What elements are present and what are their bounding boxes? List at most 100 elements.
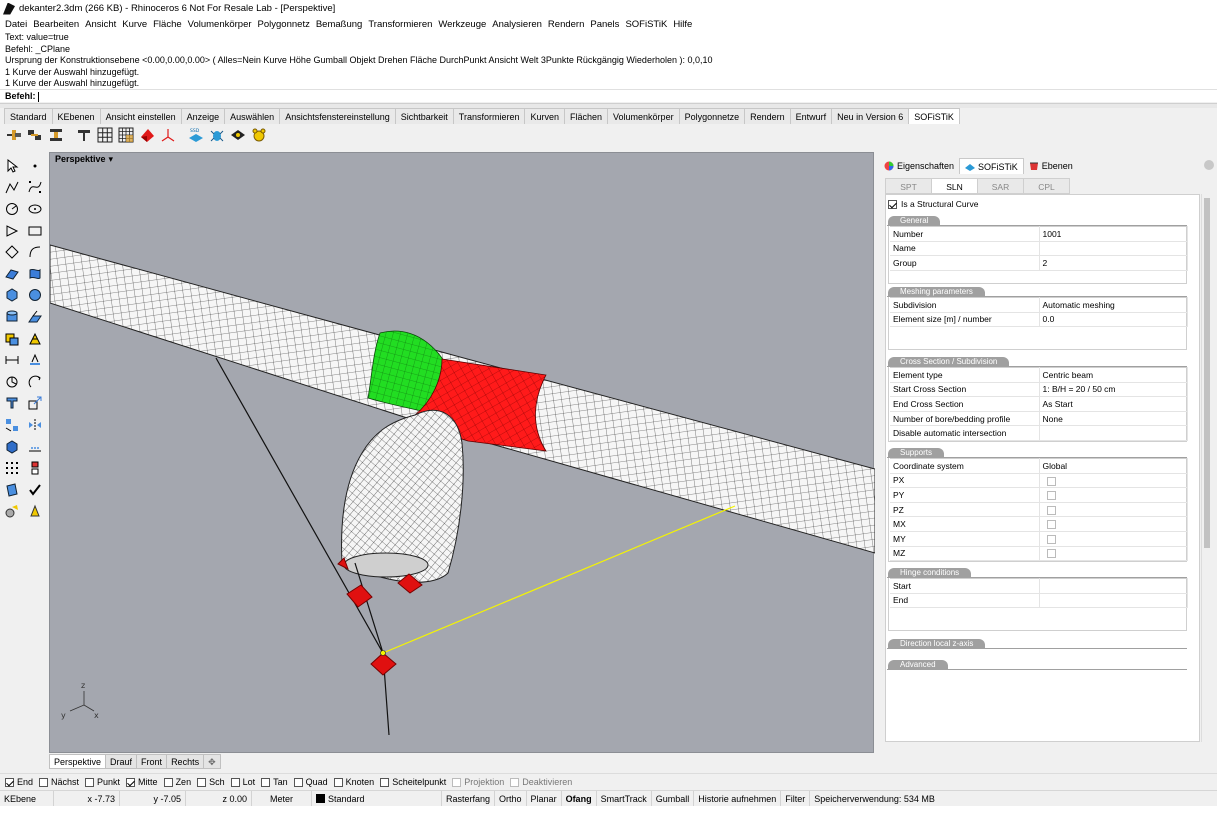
ellipse-icon[interactable] — [23, 198, 46, 220]
dots-icon[interactable] — [23, 436, 46, 458]
panel-tab-eigenschaften[interactable]: Eigenschaften — [879, 158, 959, 174]
osnap-knoten[interactable]: Knoten — [333, 777, 374, 787]
toolbar-tab-rendern[interactable]: Rendern — [744, 108, 791, 124]
toolbar-tab-ansicht-einstellen[interactable]: Ansicht einstellen — [99, 108, 182, 124]
checkbox-icon[interactable] — [261, 777, 271, 787]
array-icon[interactable] — [0, 414, 23, 436]
menu-bearbeiten[interactable]: Bearbeiten — [30, 17, 82, 32]
section-header[interactable]: Hinge conditions — [887, 568, 1187, 578]
arc-icon[interactable] — [0, 220, 23, 242]
sofistik-ssd-icon[interactable]: SSD — [186, 125, 206, 145]
panel-tab-ebenen[interactable]: Ebenen — [1024, 158, 1078, 174]
analyze-icon[interactable] — [0, 479, 23, 501]
prop-value-group[interactable]: 2 — [1039, 255, 1188, 271]
mirror-icon[interactable] — [23, 414, 46, 436]
boolean-icon[interactable] — [0, 328, 23, 350]
panel-tab-sofistik[interactable]: SOFiSTiK — [959, 158, 1024, 174]
sofistik-grid-icon[interactable] — [95, 125, 115, 145]
toolbar-tab-polygonnetze[interactable]: Polygonnetze — [678, 108, 746, 124]
osnap-deaktivieren[interactable]: Deaktivieren — [510, 777, 572, 787]
osnap-end[interactable]: End — [5, 777, 33, 787]
support-marker[interactable] — [370, 652, 397, 676]
osnap-sch[interactable]: Sch — [197, 777, 225, 787]
prop-value-number[interactable]: 1001 — [1039, 226, 1188, 242]
menu-datei[interactable]: Datei — [2, 17, 30, 32]
sofistik-structural-point-icon[interactable] — [4, 125, 24, 145]
toggle-ofang[interactable]: Ofang — [562, 790, 597, 807]
toggle-smarttrack[interactable]: SmartTrack — [597, 790, 652, 807]
section-header[interactable]: Advanced — [887, 660, 1187, 670]
viewport-title[interactable]: Perspektive — [55, 154, 106, 164]
blue-box-icon[interactable] — [0, 436, 23, 458]
text-tool-icon[interactable] — [23, 349, 46, 371]
sofistik-bear-icon[interactable] — [249, 125, 269, 145]
status-cplane[interactable]: KEbene — [0, 790, 54, 807]
command-line[interactable]: Befehl: — [0, 89, 1217, 102]
check-icon[interactable] — [23, 479, 46, 501]
checkbox-icon[interactable] — [380, 777, 390, 787]
prop-value-disable-intersection[interactable] — [1039, 425, 1188, 441]
toolbar-tab-sofistik[interactable]: SOFiSTiK — [908, 108, 960, 124]
osnap-punkt[interactable]: Punkt — [85, 777, 120, 787]
structural-point[interactable] — [380, 650, 386, 656]
toolbar-tab-kurven[interactable]: Kurven — [524, 108, 565, 124]
osnap-projektion[interactable]: Projektion — [452, 777, 504, 787]
menu-transformieren[interactable]: Transformieren — [365, 17, 435, 32]
toggle-gumball[interactable]: Gumball — [652, 790, 695, 807]
scrollbar-thumb[interactable] — [1204, 198, 1210, 548]
prop-value-start-section[interactable]: 1: B/H = 20 / 50 cm — [1039, 382, 1188, 398]
structural-curve-checkbox[interactable]: Is a Structural Curve — [888, 199, 978, 209]
subtab-sln[interactable]: SLN — [931, 178, 978, 194]
add-viewport-icon[interactable]: ✥ — [203, 754, 221, 769]
dimension-icon[interactable] — [0, 349, 23, 371]
menu-rendern[interactable]: Rendern — [545, 17, 587, 32]
support-mx-checkbox[interactable] — [1046, 520, 1056, 530]
toolbar-tab-neu-in-version-6[interactable]: Neu in Version 6 — [831, 108, 910, 124]
checkbox-icon[interactable] — [510, 777, 520, 787]
osnap-zen[interactable]: Zen — [163, 777, 191, 787]
mesh-tool-icon[interactable] — [23, 328, 46, 350]
toolbar-tab-flaechen[interactable]: Flächen — [564, 108, 609, 124]
viewport-tab-perspektive[interactable]: Perspektive — [49, 754, 107, 769]
checkbox-icon[interactable] — [197, 777, 207, 787]
panel-scrollbar[interactable] — [1201, 194, 1211, 742]
toggle-planar[interactable]: Planar — [527, 790, 562, 807]
polygon-icon[interactable] — [0, 241, 23, 263]
support-py-checkbox[interactable] — [1046, 491, 1056, 501]
sofistik-mesh-icon[interactable] — [116, 125, 136, 145]
checkbox-icon[interactable] — [293, 777, 303, 787]
checkbox-icon[interactable] — [126, 777, 136, 787]
subtab-cpl[interactable]: CPL — [1023, 178, 1070, 194]
checkbox-icon[interactable] — [333, 777, 343, 787]
prop-value-coordinate-system[interactable]: Global — [1039, 458, 1188, 474]
checkbox-icon[interactable] — [452, 777, 462, 787]
sphere-icon[interactable] — [23, 285, 46, 307]
checkbox-icon[interactable] — [39, 777, 49, 787]
toolbar-tab-entwurf[interactable]: Entwurf — [789, 108, 833, 124]
sofistik-bug-icon[interactable] — [207, 125, 227, 145]
scale-icon[interactable] — [23, 393, 46, 415]
section-header[interactable]: Meshing parameters — [887, 287, 1187, 297]
rotate-icon[interactable] — [23, 371, 46, 393]
perspective-viewport[interactable]: y z x — [49, 152, 875, 753]
sofistik-axis-icon[interactable] — [158, 125, 178, 145]
menu-panels[interactable]: Panels — [587, 17, 622, 32]
menu-volumenkoerper[interactable]: Volumenkörper — [185, 17, 255, 32]
section-header[interactable]: Direction local z-axis — [887, 639, 1187, 649]
menu-werkzeuge[interactable]: Werkzeuge — [435, 17, 489, 32]
menu-sofistik[interactable]: SOFiSTiK — [622, 17, 670, 32]
osnap-tan[interactable]: Tan — [261, 777, 288, 787]
support-pz-checkbox[interactable] — [1046, 505, 1056, 515]
prop-value-hinge-end[interactable] — [1039, 593, 1188, 609]
light-icon[interactable] — [23, 501, 46, 523]
sofistik-structural-line-icon[interactable] — [25, 125, 45, 145]
viewport-dropdown-icon[interactable]: ▾ — [109, 154, 114, 165]
support-my-checkbox[interactable] — [1046, 534, 1056, 544]
freeform-icon[interactable] — [23, 241, 46, 263]
extrude-icon[interactable] — [23, 306, 46, 328]
prop-value-end-section[interactable]: As Start — [1039, 396, 1188, 412]
viewport-tab-drauf[interactable]: Drauf — [105, 754, 138, 769]
panel-options-icon[interactable] — [1204, 160, 1214, 170]
toolbar-tab-anzeige[interactable]: Anzeige — [180, 108, 226, 124]
prop-value-bore-profile[interactable]: None — [1039, 411, 1188, 427]
